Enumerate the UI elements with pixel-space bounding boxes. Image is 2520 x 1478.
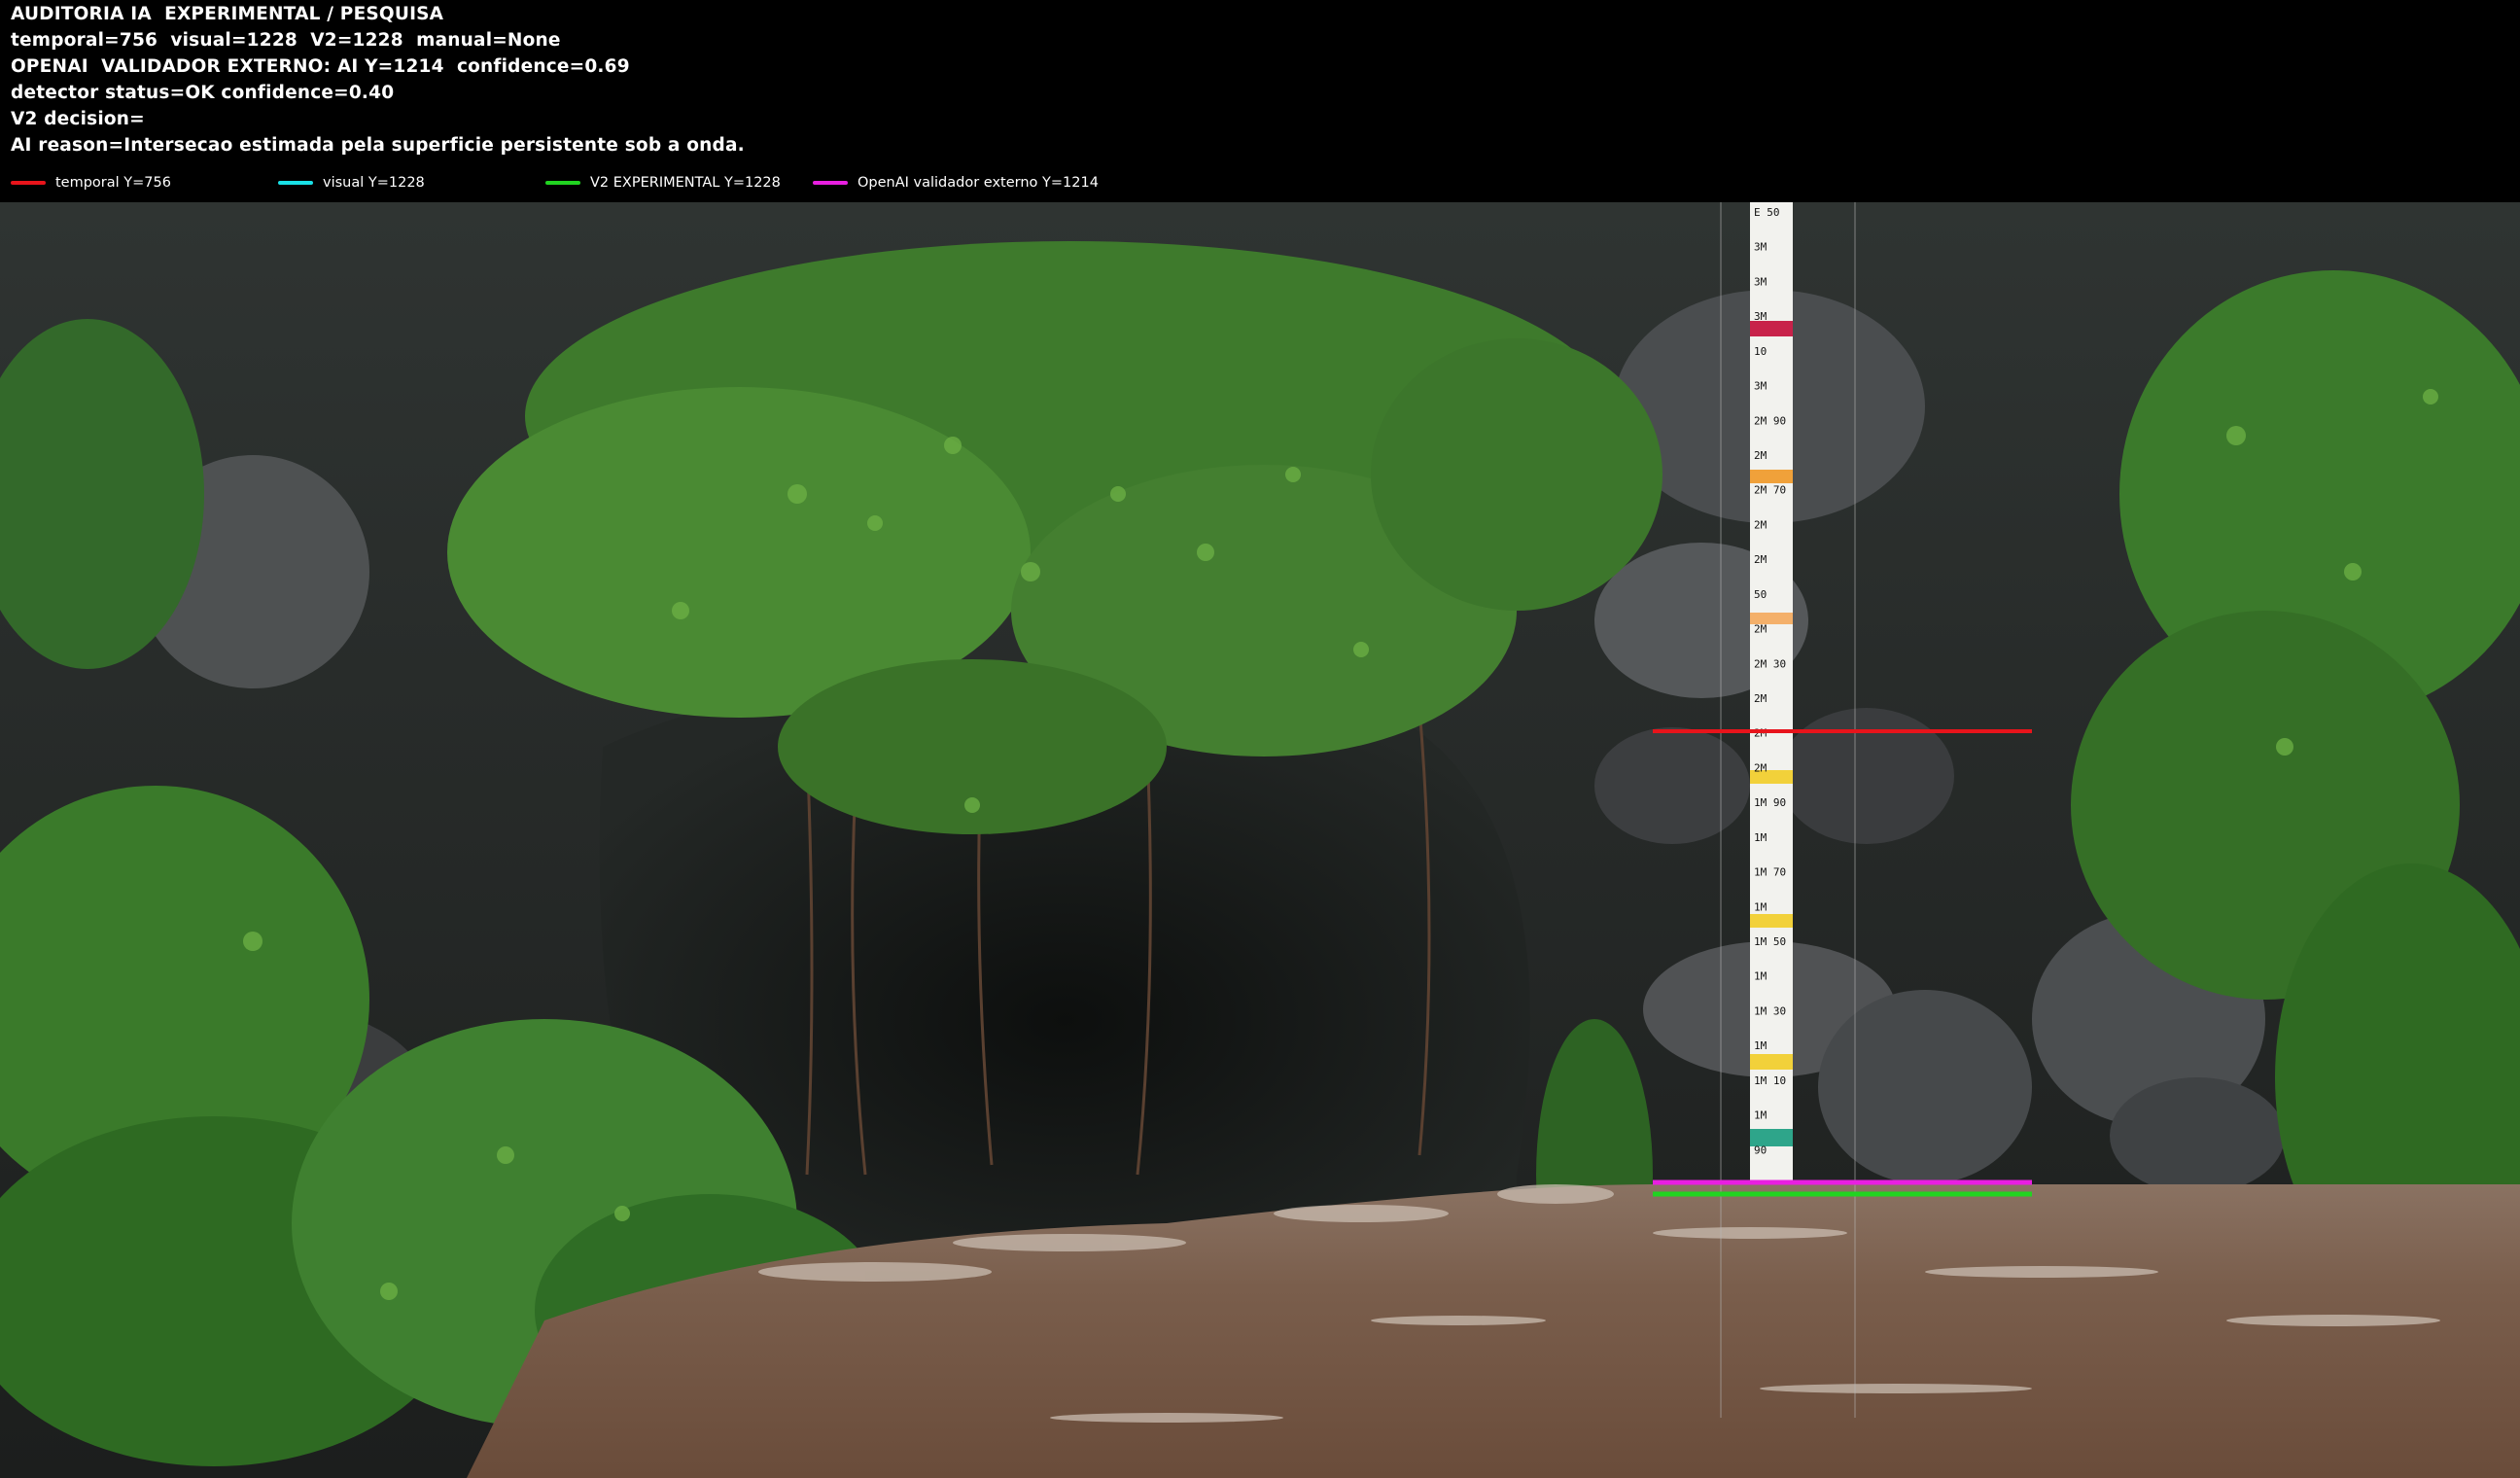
header-title: AUDITORIA IA EXPERIMENTAL / PESQUISA xyxy=(11,4,444,24)
header-line-detector: detector status=OK confidence=0.40 xyxy=(11,83,395,103)
gauge-label: 1M xyxy=(1754,1109,1768,1122)
gauge-label: 2M xyxy=(1754,449,1768,462)
gauge-label: 3M xyxy=(1754,275,1768,288)
gauge-label: 2M 30 xyxy=(1754,657,1786,670)
legend-label-temporal: temporal Y=756 xyxy=(55,175,171,191)
legend-label-v2: V2 EXPERIMENTAL Y=1228 xyxy=(590,175,781,191)
gauge-label: 90 xyxy=(1754,1144,1767,1156)
gauge-label: 1M 70 xyxy=(1754,866,1786,879)
gauge-label: 1M 90 xyxy=(1754,796,1786,809)
legend-label-openai: OpenAI validador externo Y=1214 xyxy=(858,175,1099,191)
gauge-label: 3M xyxy=(1754,241,1768,254)
legend-visual: visual Y=1228 xyxy=(278,172,425,194)
audit-header: AUDITORIA IA EXPERIMENTAL / PESQUISA tem… xyxy=(0,0,2520,202)
gauge-label: 1M xyxy=(1754,1039,1768,1052)
gauge-label: 50 xyxy=(1754,588,1767,601)
legend-swatch-v2 xyxy=(545,181,580,185)
gauge-label: 1M xyxy=(1754,970,1768,983)
gauge-label: 1M xyxy=(1754,900,1768,913)
gauge-label: 1M xyxy=(1754,831,1768,844)
legend-temporal: temporal Y=756 xyxy=(11,172,171,194)
legend-swatch-temporal xyxy=(11,181,46,185)
gauge-label: 10 xyxy=(1754,345,1767,358)
legend-swatch-openai xyxy=(813,181,848,185)
gauge-label: 2M xyxy=(1754,692,1768,705)
legend-label-visual: visual Y=1228 xyxy=(323,175,425,191)
gauge-label: 3M xyxy=(1754,310,1768,323)
gauge-label: 2M 90 xyxy=(1754,414,1786,427)
gauge-label: 3M xyxy=(1754,380,1768,393)
river-scene: E 50 3M 3M 3M 10 3M 2M 90 2M 2M 70 2M 2M 50 2M 2M 30 2… xyxy=(0,202,2520,1478)
gauge-label: 1M 30 xyxy=(1754,1004,1786,1017)
gauge-label: 2M xyxy=(1754,553,1768,566)
gauge-label: 2M 70 xyxy=(1754,484,1786,497)
header-line-values: temporal=756 visual=1228 V2=1228 manual=… xyxy=(11,30,561,51)
gauge-label: 2M xyxy=(1754,761,1768,774)
legend-openai: OpenAI validador externo Y=1214 xyxy=(813,172,1099,194)
header-line-ai-reason: AI reason=Intersecao estimada pela super… xyxy=(11,135,745,156)
legend-swatch-visual xyxy=(278,181,313,185)
gauge-label: 1M 10 xyxy=(1754,1074,1786,1087)
camera-frame: E 50 3M 3M 3M 10 3M 2M 90 2M 2M 70 2M 2M 50 2M 2M 30 2… xyxy=(0,202,2520,1478)
gauge-label: 2M xyxy=(1754,623,1768,636)
header-line-v2-decision: V2 decision= xyxy=(11,109,145,129)
gauge-label: 1M 50 xyxy=(1754,935,1786,948)
gauge-label: 2M xyxy=(1754,518,1768,531)
legend-v2: V2 EXPERIMENTAL Y=1228 xyxy=(545,172,781,194)
gauge-label: E 50 xyxy=(1754,206,1780,219)
header-line-openai: OPENAI VALIDADOR EXTERNO: AI Y=1214 conf… xyxy=(11,56,630,77)
gauge-label: 2M xyxy=(1754,727,1768,740)
